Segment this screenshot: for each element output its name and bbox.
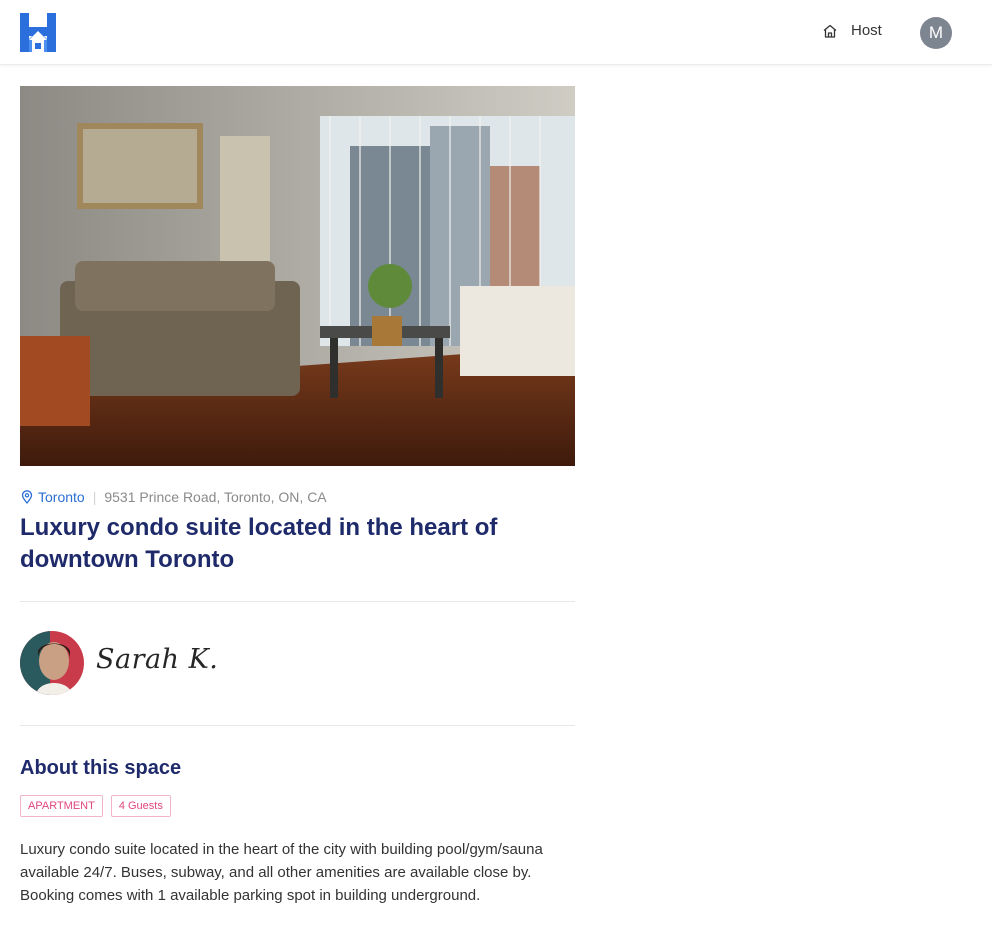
host-signature-name: Sarah K. — [96, 644, 219, 675]
divider — [20, 601, 575, 602]
city-link[interactable]: Toronto — [38, 489, 85, 505]
listing-title: Luxury condo suite located in the heart … — [20, 514, 498, 573]
street-address: 9531 Prince Road, Toronto, ON, CA — [104, 489, 327, 505]
listing-description: Luxury condo suite located in the heart … — [20, 841, 543, 904]
guest-count-badge: 4 Guests — [110, 795, 171, 817]
about-heading: About this space — [20, 757, 182, 779]
host-avatar[interactable] — [20, 631, 84, 695]
divider — [20, 725, 575, 726]
listing-photo[interactable] — [20, 86, 575, 466]
host-nav-label: Host — [851, 22, 882, 39]
location-separator: | — [92, 489, 97, 505]
location-row: Toronto | 9531 Prince Road, Toronto, ON,… — [20, 489, 327, 505]
home-outline-icon — [822, 23, 838, 39]
map-pin-icon — [20, 490, 34, 504]
house-logo-icon[interactable] — [20, 13, 56, 52]
badge-group: APARTMENT 4 Guests — [20, 795, 171, 817]
top-nav-bar: Host M — [0, 0, 992, 65]
property-type-badge: APARTMENT — [20, 795, 103, 817]
user-avatar[interactable]: M — [920, 17, 952, 49]
host-nav-link[interactable]: Host — [822, 22, 882, 39]
